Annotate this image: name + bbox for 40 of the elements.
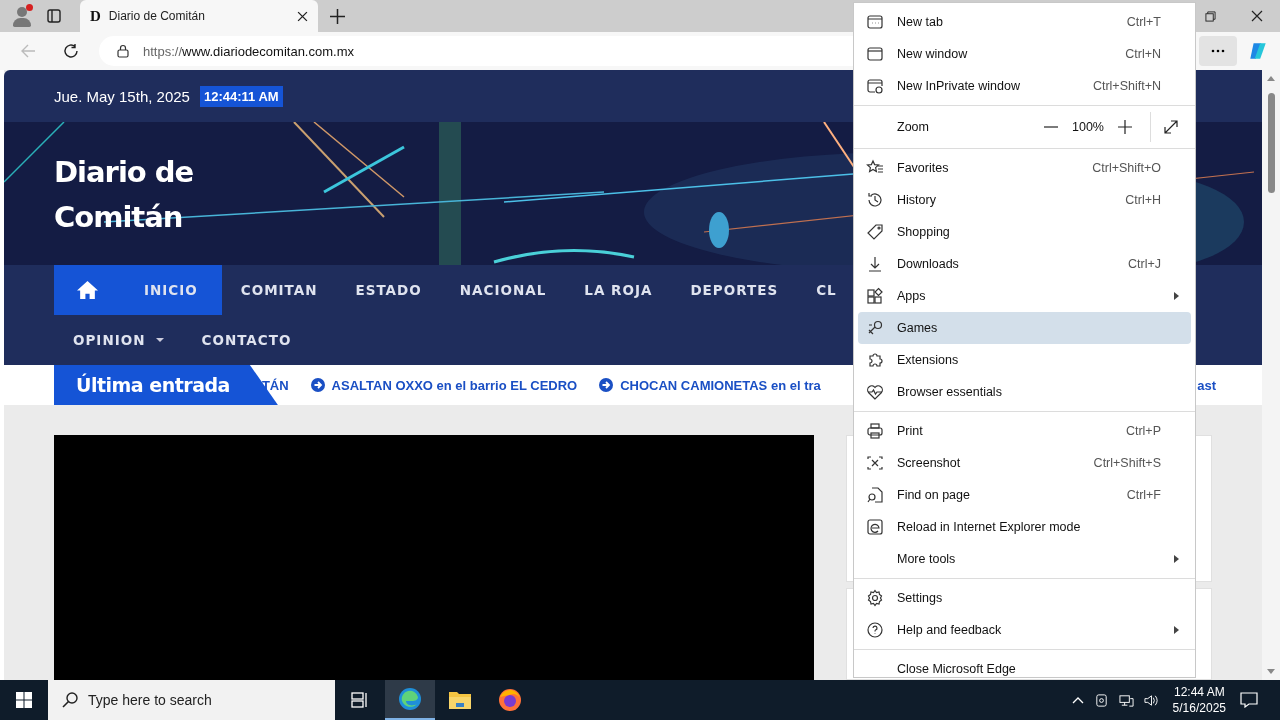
nav-link[interactable]: CONTACTO: [182, 315, 311, 365]
ticker-headline[interactable]: CHOCAN CAMIONETAS en el tra: [620, 377, 821, 393]
menu-item[interactable]: Browser essentials: [858, 376, 1191, 408]
menu-item[interactable]: New tab Ctrl+T: [858, 6, 1191, 38]
menu-item[interactable]: Settings: [858, 582, 1191, 614]
nav-dropdown[interactable]: OPINION: [54, 315, 183, 365]
favicon: D: [90, 7, 101, 25]
ticker-headline[interactable]: ast: [1197, 377, 1216, 393]
nav-link[interactable]: CL: [797, 265, 856, 315]
menu-item[interactable]: Help and feedback: [858, 614, 1191, 646]
menu-item[interactable]: Reload in Internet Explorer mode: [858, 511, 1191, 543]
browser-tab[interactable]: D Diario de Comitán: [80, 0, 318, 32]
time-badge: 12:44:11 AM: [199, 85, 283, 107]
menu-item[interactable]: New InPrivate window Ctrl+Shift+N: [858, 70, 1191, 102]
menu-item[interactable]: More tools: [858, 543, 1191, 575]
menu-item[interactable]: Print Ctrl+P: [858, 415, 1191, 447]
menu-item[interactable]: Games: [858, 312, 1191, 344]
site-title[interactable]: Diario de Comitán: [54, 150, 224, 240]
nav-link[interactable]: ESTADO: [336, 265, 441, 315]
menu-item[interactable]: Extensions: [858, 344, 1191, 376]
nav-link[interactable]: COMITAN: [221, 265, 337, 315]
clock[interactable]: 12:44 AM 5/16/2025: [1172, 684, 1226, 716]
menu-item[interactable]: Apps: [858, 280, 1191, 312]
nav-link[interactable]: NACIONAL: [440, 265, 566, 315]
menu-item[interactable]: Screenshot Ctrl+Shift+S: [858, 447, 1191, 479]
nav-link[interactable]: INICIO: [120, 265, 222, 315]
menu-item[interactable]: Downloads Ctrl+J: [858, 248, 1191, 280]
menu-item[interactable]: Find on page Ctrl+F: [858, 479, 1191, 511]
menu-item[interactable]: History Ctrl+H: [858, 184, 1191, 216]
date-text: Jue. May 15th, 2025: [54, 87, 190, 105]
ticker-headline[interactable]: ASALTAN OXXO en el barrio EL CEDRO: [331, 377, 578, 393]
nav-link[interactable]: LA ROJA: [565, 265, 672, 315]
nav-link[interactable]: DEPORTES: [671, 265, 798, 315]
menu-item[interactable]: Favorites Ctrl+Shift+O: [858, 152, 1191, 184]
menu-item[interactable]: Shopping: [858, 216, 1191, 248]
menu-item[interactable]: Close Microsoft Edge: [858, 653, 1191, 685]
zoom-label: Zoom: [896, 120, 930, 134]
ticker-headline[interactable]: TÁN: [261, 377, 289, 393]
zoom-value: 100%: [1071, 120, 1105, 134]
search-field[interactable]: Type here to search: [48, 680, 335, 720]
